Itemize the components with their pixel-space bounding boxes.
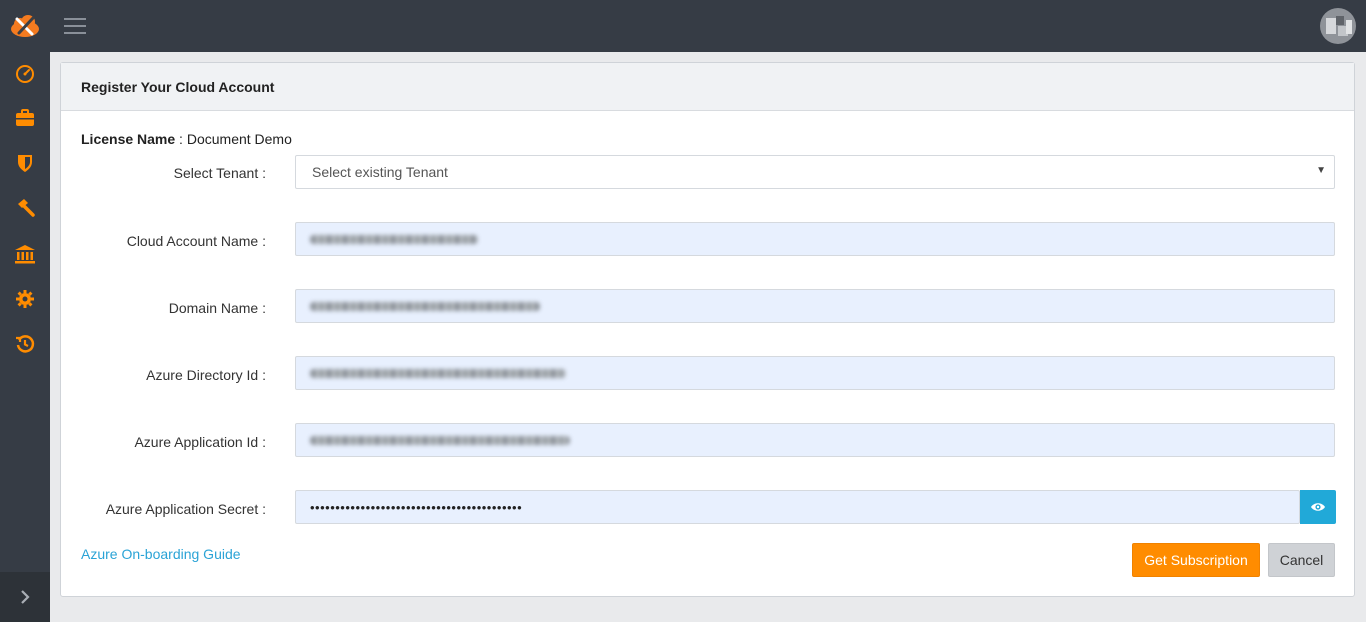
secret-masked-value: ••••••••••••••••••••••••••••••••••••••••… <box>310 499 523 515</box>
hammer-icon[interactable] <box>13 196 37 220</box>
domain-name-label: Domain Name : <box>168 300 266 316</box>
azure-application-secret-label: Azure Application Secret : <box>105 501 266 517</box>
license-value: Document Demo <box>186 131 292 147</box>
domain-name-input[interactable] <box>295 289 1335 323</box>
cloud-account-name-input[interactable] <box>295 222 1335 256</box>
briefcase-icon[interactable] <box>13 106 37 130</box>
azure-application-id-label: Azure Application Id : <box>134 434 266 450</box>
tenant-select[interactable]: Select existing Tenant ▼ <box>295 155 1335 189</box>
get-subscription-button[interactable]: Get Subscription <box>1132 543 1260 577</box>
hamburger-menu-icon[interactable] <box>64 15 86 35</box>
sidebar-expand-button[interactable] <box>0 572 50 622</box>
redacted-value <box>310 301 540 311</box>
redacted-value <box>310 435 570 445</box>
azure-onboarding-guide-link[interactable]: Azure On-boarding Guide <box>81 546 241 562</box>
license-name: License Name : Document Demo <box>81 131 292 147</box>
tenant-select-value: Select existing Tenant <box>312 164 448 180</box>
toggle-secret-visibility-button[interactable] <box>1300 490 1336 524</box>
register-cloud-account-panel: Register Your Cloud Account License Name… <box>60 62 1355 597</box>
chevron-right-icon <box>21 590 30 604</box>
shield-icon[interactable] <box>13 151 37 175</box>
azure-application-id-input[interactable] <box>295 423 1335 457</box>
license-label: License Name <box>81 131 176 147</box>
redacted-value <box>310 234 478 244</box>
redacted-value <box>310 368 566 378</box>
user-avatar[interactable] <box>1320 8 1356 44</box>
top-bar <box>0 0 1366 52</box>
azure-directory-id-input[interactable] <box>295 356 1335 390</box>
azure-directory-id-label: Azure Directory Id : <box>146 367 266 383</box>
cloud-account-name-label: Cloud Account Name : <box>126 233 266 249</box>
caret-down-icon: ▼ <box>1316 165 1326 176</box>
bank-icon[interactable] <box>13 242 37 266</box>
gear-icon[interactable] <box>13 287 37 311</box>
history-icon[interactable] <box>13 332 37 356</box>
tenant-label: Select Tenant : <box>173 165 266 181</box>
license-separator: : <box>175 131 187 147</box>
sidebar <box>0 52 50 622</box>
speedometer-icon[interactable] <box>13 62 37 86</box>
cancel-button[interactable]: Cancel <box>1268 543 1335 577</box>
app-logo-icon[interactable] <box>8 11 42 39</box>
panel-title: Register Your Cloud Account <box>61 63 1354 111</box>
eye-icon <box>1311 503 1325 511</box>
azure-application-secret-input[interactable]: ••••••••••••••••••••••••••••••••••••••••… <box>295 490 1300 524</box>
